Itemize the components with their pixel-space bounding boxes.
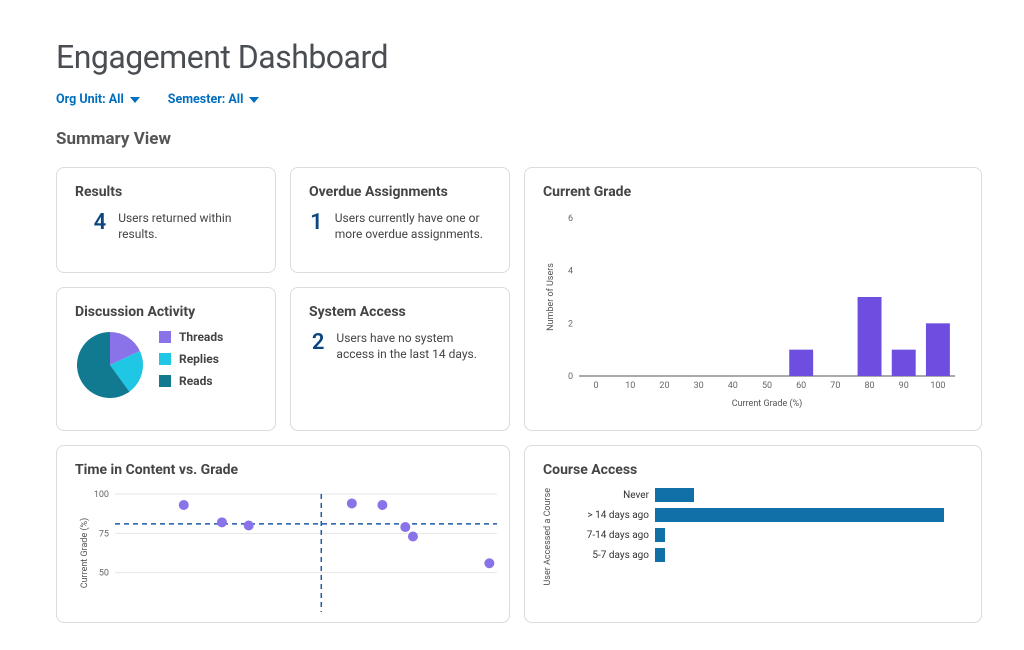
card-current-grade-title: Current Grade (543, 184, 963, 200)
svg-text:70: 70 (830, 381, 840, 391)
svg-text:20: 20 (659, 381, 669, 391)
time-vs-grade-chart: 50 75 100 Current Grade (%) (75, 488, 505, 618)
svg-text:60: 60 (796, 381, 806, 391)
pie-chart (75, 330, 145, 400)
card-overdue: Overdue Assignments 1 Users currently ha… (290, 167, 510, 273)
filter-semester-label: Semester: All (168, 92, 244, 107)
legend-reads: Reads (159, 374, 223, 388)
page-title: Engagement Dashboard (56, 38, 968, 76)
overdue-value: 1 (309, 210, 323, 235)
card-discussion-activity: Discussion Activity Threads Replies Read… (56, 287, 276, 431)
card-system-access-title: System Access (309, 304, 491, 320)
svg-text:50: 50 (99, 569, 109, 579)
chevron-down-icon (130, 97, 140, 103)
system-access-value: 2 (309, 330, 324, 355)
course-access-label: 5-7 days ago (559, 550, 649, 561)
card-course-access: Course Access User Accessed a Course Nev… (524, 445, 982, 623)
card-time-vs-grade: Time in Content vs. Grade 50 75 100 Current… (56, 445, 510, 623)
filter-bar: Org Unit: All Semester: All (56, 92, 968, 107)
course-access-label: > 14 days ago (559, 510, 649, 521)
svg-text:6: 6 (568, 214, 573, 224)
course-access-bar (655, 488, 694, 502)
card-system-access: System Access 2 Users have no system acc… (290, 287, 510, 431)
legend-threads: Threads (159, 330, 223, 344)
card-results-title: Results (75, 184, 257, 200)
course-access-label: Never (559, 490, 649, 501)
svg-text:100: 100 (94, 490, 109, 500)
svg-text:30: 30 (694, 381, 704, 391)
svg-text:50: 50 (762, 381, 772, 391)
svg-text:75: 75 (99, 529, 109, 539)
course-access-bar (655, 508, 944, 522)
card-results: Results 4 Users returned within results. (56, 167, 276, 273)
overdue-desc: Users currently have one or more overdue… (335, 210, 491, 242)
card-overdue-title: Overdue Assignments (309, 184, 491, 200)
svg-text:Current Grade (%): Current Grade (%) (79, 518, 90, 589)
chevron-down-icon (249, 97, 259, 103)
legend-replies: Replies (159, 352, 223, 366)
svg-text:0: 0 (568, 372, 573, 382)
svg-text:10: 10 (625, 381, 635, 391)
card-time-vs-grade-title: Time in Content vs. Grade (75, 462, 491, 478)
card-current-grade: Current Grade 02460102030405060708090100… (524, 167, 982, 431)
svg-text:90: 90 (899, 381, 909, 391)
svg-text:Number of Users: Number of Users (546, 263, 556, 331)
current-grade-chart: 02460102030405060708090100Current Grade … (543, 210, 963, 410)
legend-reads-label: Reads (179, 374, 213, 388)
card-course-access-title: Course Access (543, 462, 963, 478)
system-access-desc: Users have no system access in the last … (336, 330, 491, 362)
filter-semester[interactable]: Semester: All (168, 92, 260, 107)
course-access-ylabel: User Accessed a Course (543, 488, 553, 586)
svg-text:2: 2 (568, 319, 573, 329)
filter-org-unit[interactable]: Org Unit: All (56, 92, 140, 107)
course-access-label: 7-14 days ago (559, 530, 649, 541)
legend-threads-label: Threads (179, 330, 223, 344)
pie-legend: Threads Replies Reads (159, 330, 223, 388)
course-access-chart: Never > 14 days ago 7-14 days ago 5-7 days … (559, 488, 963, 586)
svg-text:Current Grade (%): Current Grade (%) (732, 398, 803, 409)
svg-text:0: 0 (594, 381, 599, 391)
course-access-bar (655, 528, 665, 542)
svg-text:80: 80 (864, 381, 874, 391)
svg-text:100: 100 (930, 381, 945, 391)
svg-text:40: 40 (728, 381, 738, 391)
results-value: 4 (83, 210, 106, 235)
results-desc: Users returned within results. (118, 210, 257, 242)
card-discussion-title: Discussion Activity (75, 304, 257, 320)
svg-text:4: 4 (568, 267, 573, 277)
legend-replies-label: Replies (179, 352, 219, 366)
section-title: Summary View (56, 129, 968, 149)
filter-org-unit-label: Org Unit: All (56, 92, 124, 107)
course-access-bar (655, 548, 665, 562)
